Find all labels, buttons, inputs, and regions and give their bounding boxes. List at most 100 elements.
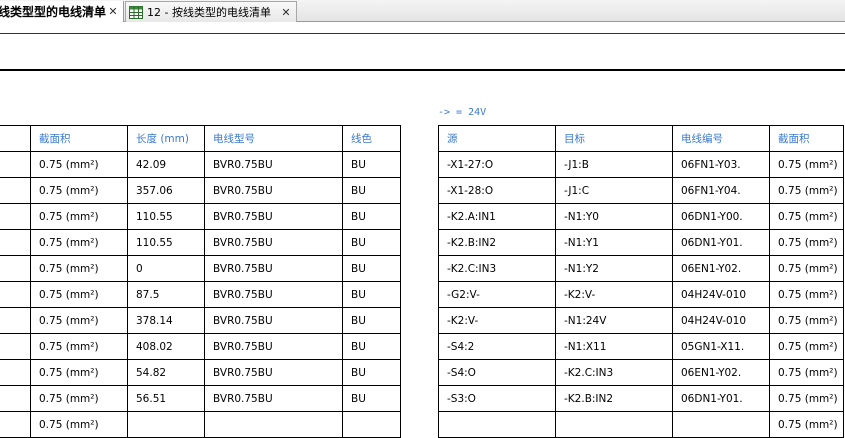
table-cell-source[interactable]: -K2:V-: [438, 307, 556, 334]
table-cell-blank[interactable]: [0, 255, 31, 282]
table-cell-blank[interactable]: [0, 229, 31, 256]
table-cell-source[interactable]: -K2.C:IN3: [438, 255, 556, 282]
table-cell-cross-section[interactable]: 0.75 (mm²): [769, 385, 844, 412]
table-cell-source[interactable]: -G2:V-: [438, 281, 556, 308]
table-cell-wire-number[interactable]: [672, 411, 770, 438]
column-header-length[interactable]: 长度 (mm): [127, 125, 205, 152]
column-header-wire-type[interactable]: 电线型号: [204, 125, 343, 152]
table-cell-wire-number[interactable]: 06DN1-Y01.: [672, 385, 770, 412]
tab-wire-list-by-type-active[interactable]: 线类型型的电线清单 ✕: [0, 1, 124, 22]
table-cell-length[interactable]: 87.5: [127, 281, 205, 308]
table-cell-cross-section[interactable]: 0.75 (mm²): [30, 411, 128, 438]
table-cell-cross-section[interactable]: 0.75 (mm²): [769, 281, 844, 308]
table-cell-target[interactable]: -J1:C: [555, 177, 673, 204]
table-row[interactable]: 0.75 (mm²) 378.14 BVR0.75BU BU: [0, 307, 401, 334]
table-cell-target[interactable]: [555, 411, 673, 438]
table-cell-source[interactable]: -K2.A:IN1: [438, 203, 556, 230]
table-cell-blank[interactable]: [0, 359, 31, 386]
table-cell-source[interactable]: -S3:O: [438, 385, 556, 412]
table-cell-cross-section[interactable]: 0.75 (mm²): [769, 359, 844, 386]
table-cell-wire-number[interactable]: 06DN1-Y01.: [672, 229, 770, 256]
column-header-target[interactable]: 目标: [555, 125, 673, 152]
table-cell-target[interactable]: -N1:Y2: [555, 255, 673, 282]
table-cell-wire-type[interactable]: BVR0.75BU: [204, 333, 343, 360]
table-cell-length[interactable]: 110.55: [127, 229, 205, 256]
table-cell-wire-color[interactable]: BU: [342, 385, 401, 412]
table-cell-blank[interactable]: [0, 411, 31, 438]
table-row[interactable]: -G2:V- -K2:V- 04H24V-010 0.75 (mm²): [438, 281, 844, 308]
table-cell-cross-section[interactable]: 0.75 (mm²): [30, 307, 128, 334]
table-cell-cross-section[interactable]: 0.75 (mm²): [769, 333, 844, 360]
table-cell-blank[interactable]: [0, 151, 31, 178]
table-row[interactable]: -K2.A:IN1 -N1:Y0 06DN1-Y00. 0.75 (mm²): [438, 203, 844, 230]
table-cell-cross-section[interactable]: 0.75 (mm²): [30, 385, 128, 412]
table-cell-wire-number[interactable]: 06DN1-Y00.: [672, 203, 770, 230]
table-cell-source[interactable]: [438, 411, 556, 438]
table-row[interactable]: -K2:V- -N1:24V 04H24V-010 0.75 (mm²): [438, 307, 844, 334]
table-cell-wire-color[interactable]: BU: [342, 255, 401, 282]
table-cell-cross-section[interactable]: 0.75 (mm²): [30, 151, 128, 178]
table-cell-wire-type[interactable]: BVR0.75BU: [204, 307, 343, 334]
table-cell-blank[interactable]: [0, 281, 31, 308]
table-cell-cross-section[interactable]: 0.75 (mm²): [769, 255, 844, 282]
table-cell-wire-number[interactable]: 04H24V-010: [672, 307, 770, 334]
table-cell-wire-number[interactable]: 06EN1-Y02.: [672, 359, 770, 386]
table-cell-target[interactable]: -K2.B:IN2: [555, 385, 673, 412]
table-row[interactable]: -K2.C:IN3 -N1:Y2 06EN1-Y02. 0.75 (mm²): [438, 255, 844, 282]
table-row[interactable]: -X1-27:O -J1:B 06FN1-Y03. 0.75 (mm²): [438, 151, 844, 178]
table-cell-wire-type[interactable]: BVR0.75BU: [204, 359, 343, 386]
table-cell-cross-section[interactable]: 0.75 (mm²): [769, 411, 844, 438]
table-cell-wire-color[interactable]: BU: [342, 177, 401, 204]
table-cell-wire-color[interactable]: BU: [342, 281, 401, 308]
table-cell-length[interactable]: 378.14: [127, 307, 205, 334]
table-cell-wire-color[interactable]: BU: [342, 229, 401, 256]
table-cell-cross-section[interactable]: 0.75 (mm²): [30, 333, 128, 360]
table-cell-wire-color[interactable]: BU: [342, 151, 401, 178]
table-cell-wire-type[interactable]: BVR0.75BU: [204, 255, 343, 282]
close-icon[interactable]: ✕: [106, 5, 120, 19]
table-cell-cross-section[interactable]: 0.75 (mm²): [30, 177, 128, 204]
table-cell-length[interactable]: 56.51: [127, 385, 205, 412]
table-cell-blank[interactable]: [0, 203, 31, 230]
table-cell-cross-section[interactable]: 0.75 (mm²): [30, 281, 128, 308]
table-cell-source[interactable]: -X1-28:O: [438, 177, 556, 204]
table-cell-wire-type[interactable]: BVR0.75BU: [204, 385, 343, 412]
table-cell-cross-section[interactable]: 0.75 (mm²): [769, 229, 844, 256]
column-header-source[interactable]: 源: [438, 125, 556, 152]
table-row[interactable]: 0.75 (mm²) 110.55 BVR0.75BU BU: [0, 203, 401, 230]
table-row[interactable]: 0.75 (mm²) 110.55 BVR0.75BU BU: [0, 229, 401, 256]
table-cell-cross-section[interactable]: 0.75 (mm²): [769, 177, 844, 204]
table-cell-wire-number[interactable]: 06FN1-Y04.: [672, 177, 770, 204]
table-cell-length[interactable]: [127, 411, 205, 438]
table-cell-wire-number[interactable]: 06EN1-Y02.: [672, 255, 770, 282]
table-row[interactable]: 0.75 (mm²) 56.51 BVR0.75BU BU: [0, 385, 401, 412]
table-cell-source[interactable]: -S4:O: [438, 359, 556, 386]
table-cell-wire-color[interactable]: BU: [342, 359, 401, 386]
table-cell-length[interactable]: 110.55: [127, 203, 205, 230]
table-row[interactable]: 0.75 (mm²) 54.82 BVR0.75BU BU: [0, 359, 401, 386]
table-cell-target[interactable]: -N1:24V: [555, 307, 673, 334]
table-cell-target[interactable]: -J1:B: [555, 151, 673, 178]
table-row[interactable]: -S4:O -K2.C:IN3 06EN1-Y02. 0.75 (mm²): [438, 359, 844, 386]
table-cell-target[interactable]: -K2.C:IN3: [555, 359, 673, 386]
table-cell-wire-type[interactable]: BVR0.75BU: [204, 151, 343, 178]
table-cell-wire-number[interactable]: 05GN1-X11.: [672, 333, 770, 360]
table-row[interactable]: -S4:2 -N1:X11 05GN1-X11. 0.75 (mm²): [438, 333, 844, 360]
table-cell-blank[interactable]: [0, 385, 31, 412]
table-cell-wire-color[interactable]: BU: [342, 333, 401, 360]
table-cell-cross-section[interactable]: 0.75 (mm²): [30, 229, 128, 256]
table-row[interactable]: 0.75 (mm²) 357.06 BVR0.75BU BU: [0, 177, 401, 204]
table-row[interactable]: 0.75 (mm²): [0, 411, 401, 438]
table-cell-cross-section[interactable]: 0.75 (mm²): [769, 307, 844, 334]
table-cell-cross-section[interactable]: 0.75 (mm²): [769, 203, 844, 230]
table-cell-wire-type[interactable]: BVR0.75BU: [204, 281, 343, 308]
column-header-wire-color[interactable]: 线色: [342, 125, 401, 152]
table-cell-wire-type[interactable]: BVR0.75BU: [204, 203, 343, 230]
table-row[interactable]: 0.75 (mm²): [438, 411, 844, 438]
table-cell-target[interactable]: -N1:X11: [555, 333, 673, 360]
column-header-cross-section[interactable]: 截面积: [30, 125, 128, 152]
table-cell-wire-number[interactable]: 04H24V-010: [672, 281, 770, 308]
table-cell-wire-color[interactable]: [342, 411, 401, 438]
table-cell-target[interactable]: -K2:V-: [555, 281, 673, 308]
tab-12-wire-list-by-type[interactable]: 12 - 按线类型的电线清单 ✕: [125, 1, 297, 22]
